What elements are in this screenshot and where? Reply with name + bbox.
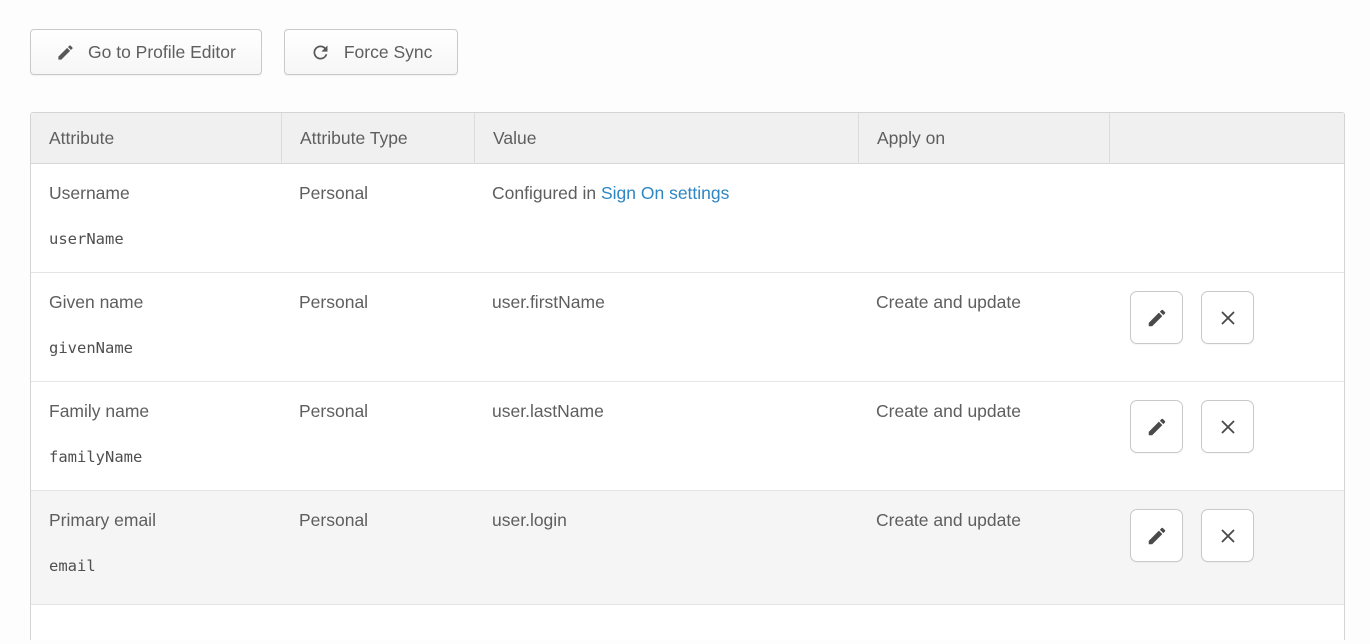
attribute-cell: Family name familyName: [31, 382, 281, 490]
column-header-apply-on: Apply on: [858, 113, 1109, 163]
table-row: Family name familyName Personal user.las…: [31, 382, 1344, 491]
attribute-cell: Primary email email: [31, 491, 281, 604]
pencil-icon: [56, 43, 75, 62]
value-cell: user.firstName: [474, 273, 858, 381]
attribute-code: givenName: [49, 339, 271, 357]
edit-attribute-button[interactable]: [1130, 509, 1183, 562]
attribute-type-cell: Personal: [281, 382, 474, 490]
remove-attribute-button[interactable]: [1201, 291, 1254, 344]
value-cell: Configured in Sign On settings: [474, 164, 858, 272]
toolbar: Go to Profile Editor Force Sync: [30, 29, 1345, 75]
table-row-partial: [31, 605, 1344, 640]
close-icon: [1217, 307, 1239, 329]
table-header-row: Attribute Attribute Type Value Apply on: [31, 113, 1344, 164]
column-header-actions: [1109, 113, 1344, 163]
close-icon: [1217, 416, 1239, 438]
column-header-attribute: Attribute: [31, 113, 281, 163]
go-to-profile-editor-button[interactable]: Go to Profile Editor: [30, 29, 262, 75]
pencil-icon: [1146, 525, 1168, 547]
go-to-profile-editor-label: Go to Profile Editor: [88, 42, 236, 63]
column-header-attribute-type: Attribute Type: [281, 113, 474, 163]
force-sync-button[interactable]: Force Sync: [284, 29, 459, 75]
value-cell: user.login: [474, 491, 858, 604]
value-cell: user.lastName: [474, 382, 858, 490]
refresh-icon: [310, 42, 331, 63]
table-row: Given name givenName Personal user.first…: [31, 273, 1344, 382]
apply-on-cell: [858, 164, 1109, 272]
attribute-type-cell: Personal: [281, 164, 474, 272]
table-row: Primary email email Personal user.login …: [31, 491, 1344, 605]
apply-on-cell: Create and update: [858, 382, 1109, 490]
edit-attribute-button[interactable]: [1130, 400, 1183, 453]
apply-on-cell: Create and update: [858, 273, 1109, 381]
attribute-label: Username: [49, 183, 271, 204]
column-header-value: Value: [474, 113, 858, 163]
close-icon: [1217, 525, 1239, 547]
pencil-icon: [1146, 307, 1168, 329]
value-text: Configured in: [492, 183, 601, 203]
pencil-icon: [1146, 416, 1168, 438]
edit-attribute-button[interactable]: [1130, 291, 1183, 344]
remove-attribute-button[interactable]: [1201, 400, 1254, 453]
attribute-mappings-page: Go to Profile Editor Force Sync Attribut…: [0, 0, 1370, 640]
attribute-type-cell: Personal: [281, 491, 474, 604]
attribute-code: email: [49, 557, 271, 575]
actions-cell: [1109, 164, 1344, 272]
attribute-label: Family name: [49, 401, 271, 422]
attribute-code: userName: [49, 230, 271, 248]
remove-attribute-button[interactable]: [1201, 509, 1254, 562]
actions-cell: [1109, 382, 1344, 490]
force-sync-label: Force Sync: [344, 42, 433, 63]
attribute-code: familyName: [49, 448, 271, 466]
attribute-mappings-table: Attribute Attribute Type Value Apply on …: [30, 112, 1345, 640]
sign-on-settings-link[interactable]: Sign On settings: [601, 183, 729, 203]
attribute-type-cell: Personal: [281, 273, 474, 381]
actions-cell: [1109, 273, 1344, 381]
attribute-label: Given name: [49, 292, 271, 313]
attribute-label: Primary email: [49, 510, 271, 531]
table-row: Username userName Personal Configured in…: [31, 164, 1344, 273]
actions-cell: [1109, 491, 1344, 604]
attribute-cell: Given name givenName: [31, 273, 281, 381]
attribute-cell: Username userName: [31, 164, 281, 272]
apply-on-cell: Create and update: [858, 491, 1109, 604]
